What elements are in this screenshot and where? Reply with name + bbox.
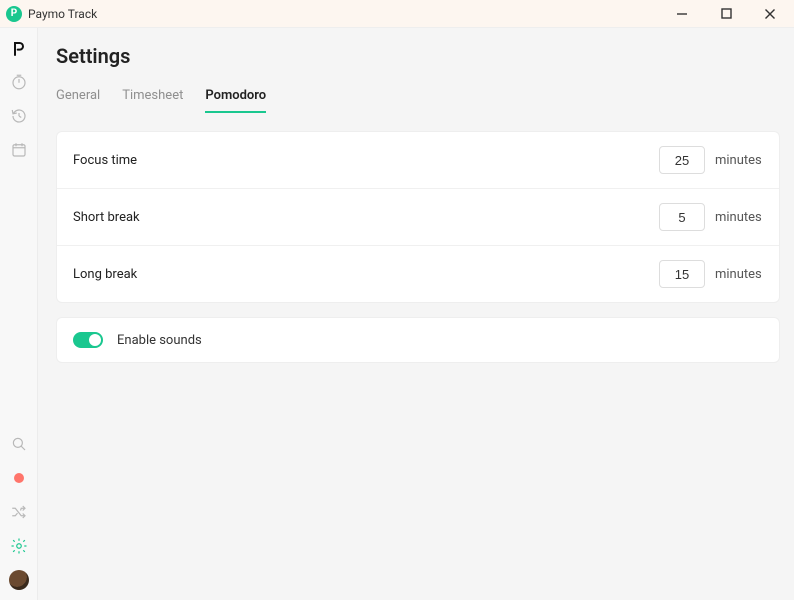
focus-time-row: Focus time minutes	[57, 132, 779, 189]
timer-icon[interactable]	[9, 72, 29, 92]
content: Settings General Timesheet Pomodoro Focu…	[38, 28, 794, 600]
tab-timesheet[interactable]: Timesheet	[122, 88, 183, 113]
tab-general[interactable]: General	[56, 88, 100, 113]
short-break-unit: minutes	[715, 210, 763, 225]
calendar-icon[interactable]	[9, 140, 29, 160]
short-break-label: Short break	[73, 210, 140, 225]
focus-time-input[interactable]	[659, 146, 705, 174]
enable-sounds-toggle[interactable]	[73, 332, 103, 348]
record-icon[interactable]	[9, 468, 29, 488]
tabs: General Timesheet Pomodoro	[56, 88, 780, 113]
search-icon[interactable]	[9, 434, 29, 454]
page-title: Settings	[56, 44, 780, 68]
maximize-button[interactable]	[712, 4, 740, 24]
avatar[interactable]	[9, 570, 29, 590]
shuffle-icon[interactable]	[9, 502, 29, 522]
titlebar: P Paymo Track	[0, 0, 794, 28]
focus-time-label: Focus time	[73, 153, 137, 168]
long-break-row: Long break minutes	[57, 246, 779, 302]
long-break-input[interactable]	[659, 260, 705, 288]
focus-time-unit: minutes	[715, 153, 763, 168]
close-button[interactable]	[756, 4, 784, 24]
long-break-label: Long break	[73, 267, 137, 282]
history-icon[interactable]	[9, 106, 29, 126]
window-controls	[668, 4, 784, 24]
short-break-input[interactable]	[659, 203, 705, 231]
long-break-unit: minutes	[715, 267, 763, 282]
app-icon: P	[6, 6, 22, 22]
minimize-button[interactable]	[668, 4, 696, 24]
tab-pomodoro[interactable]: Pomodoro	[205, 88, 266, 113]
pomodoro-settings-card: Focus time minutes Short break minutes L…	[56, 131, 780, 303]
enable-sounds-label: Enable sounds	[117, 333, 202, 348]
settings-icon[interactable]	[9, 536, 29, 556]
sidebar	[0, 28, 38, 600]
logo-icon[interactable]	[10, 40, 28, 58]
enable-sounds-row: Enable sounds	[57, 318, 779, 362]
short-break-row: Short break minutes	[57, 189, 779, 246]
sounds-card: Enable sounds	[56, 317, 780, 363]
window-title: Paymo Track	[28, 7, 668, 21]
